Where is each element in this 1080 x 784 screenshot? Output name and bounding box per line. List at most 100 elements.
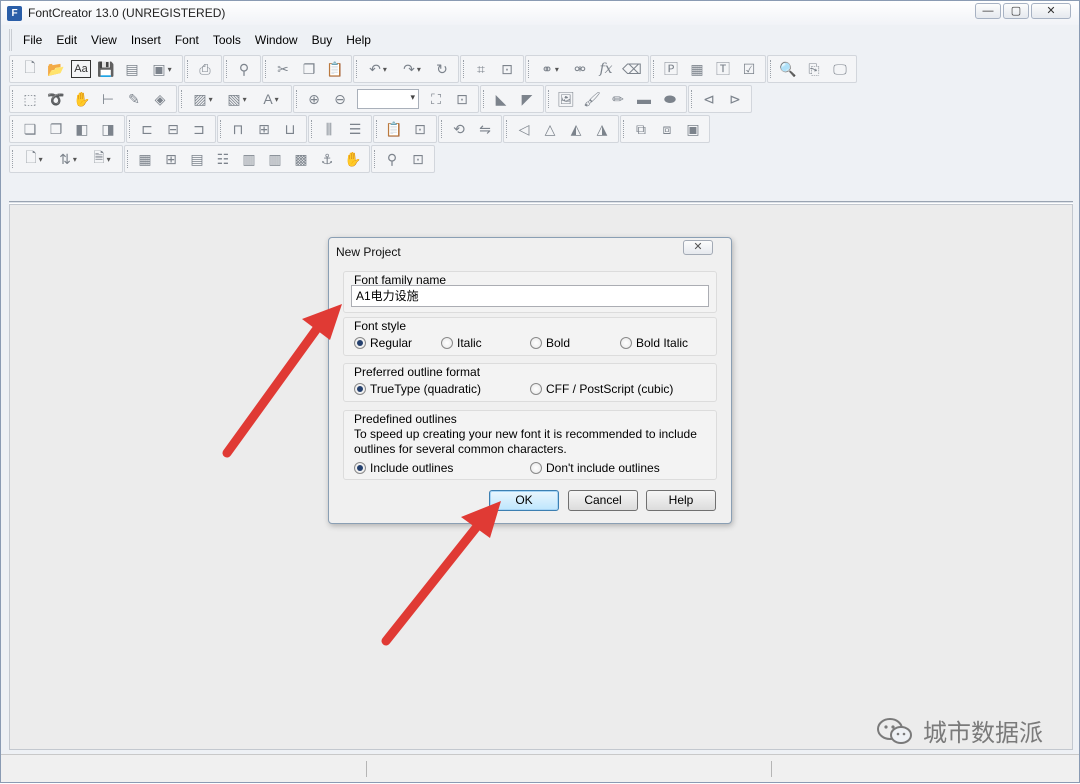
table-edit-icon[interactable]: ▩ [290, 148, 312, 170]
menu-edit[interactable]: Edit [49, 33, 84, 47]
open-icon[interactable]: 📂 [45, 58, 67, 80]
brush-icon[interactable]: 🖌 [581, 88, 603, 110]
ellipse-icon[interactable]: ⬬ [659, 88, 681, 110]
flip-icon[interactable]: ⇋ [474, 118, 496, 140]
columns-icon[interactable]: ▥ [264, 148, 286, 170]
clipboard-icon[interactable]: 📋 [383, 118, 405, 140]
menu-help[interactable]: Help [339, 33, 378, 47]
align-bottom-icon[interactable]: ⊔ [279, 118, 301, 140]
save-all-icon[interactable]: ▤ [121, 58, 143, 80]
menu-file[interactable]: File [16, 33, 49, 47]
glyph-copy-icon[interactable]: ⊡ [409, 118, 431, 140]
back-layer-icon[interactable]: ◨ [97, 118, 119, 140]
menu-font[interactable]: Font [168, 33, 206, 47]
image-icon[interactable]: ▨ [188, 88, 218, 110]
link-icon[interactable]: ⚭ [535, 58, 565, 80]
ungroup-icon[interactable]: ❐ [45, 118, 67, 140]
glyph-map-icon[interactable]: ⊡ [407, 148, 429, 170]
paste-icon[interactable]: 📋 [324, 58, 346, 80]
skew-center-icon[interactable]: △ [539, 118, 561, 140]
redo-icon[interactable]: ↷ [397, 58, 427, 80]
insert-character-icon[interactable]: ⌗ [470, 58, 492, 80]
test-icon[interactable]: ▦ [686, 58, 708, 80]
hand-icon[interactable]: ✋ [71, 88, 93, 110]
ok-button[interactable]: OK [489, 490, 559, 511]
grid-add-icon[interactable]: ⊞ [160, 148, 182, 170]
group-icon[interactable]: ❏ [19, 118, 41, 140]
style-italic-radio[interactable]: Italic [441, 336, 482, 350]
font-preview-icon[interactable]: Aa [71, 60, 91, 78]
truetype-radio[interactable]: TrueType (quadratic) [354, 382, 481, 396]
align-middle-icon[interactable]: ⊞ [253, 118, 275, 140]
refresh-icon[interactable]: ↻ [431, 58, 453, 80]
fill-icon[interactable]: ◈ [149, 88, 171, 110]
search-glyph-icon[interactable]: 🔍 [777, 58, 799, 80]
image-add-icon[interactable]: 🖼 [555, 88, 577, 110]
front-icon[interactable]: ◧ [71, 118, 93, 140]
rotate-icon[interactable]: ⟲ [448, 118, 470, 140]
style-bold-radio[interactable]: Bold [530, 336, 570, 350]
lasso-icon[interactable]: ➰ [45, 88, 67, 110]
cancel-button[interactable]: Cancel [568, 490, 638, 511]
validate-icon[interactable]: ☑ [738, 58, 760, 80]
style-regular-radio[interactable]: Regular [354, 336, 412, 350]
zoom-fit-icon[interactable]: ⛶ [425, 88, 447, 110]
new-font-icon[interactable]: 🗋 [19, 58, 41, 80]
zoom-out-icon[interactable]: ⊖ [329, 88, 351, 110]
grid-remove-icon[interactable]: ▤ [186, 148, 208, 170]
dialog-close-button[interactable]: ✕ [683, 240, 713, 255]
font-properties-icon[interactable]: 🄿 [660, 58, 682, 80]
distribute-v-icon[interactable]: ☰ [344, 118, 366, 140]
skew-left-icon[interactable]: ◁ [513, 118, 535, 140]
back-icon[interactable]: ⊲ [698, 88, 720, 110]
hand-lock-icon[interactable]: ✋ [342, 148, 364, 170]
sort-icon[interactable]: ⇅ [53, 148, 83, 170]
pen-icon[interactable]: ✎ [123, 88, 145, 110]
page-icon[interactable]: 🗋 [19, 148, 49, 170]
grid-icon[interactable]: ▦ [134, 148, 156, 170]
insert-glyph-icon[interactable]: ⊡ [496, 58, 518, 80]
include-outlines-radio[interactable]: Include outlines [354, 461, 453, 475]
node-icon[interactable]: ⚲ [381, 148, 403, 170]
table-icon[interactable]: ▥ [238, 148, 260, 170]
rectangle-icon[interactable]: ▬ [633, 88, 655, 110]
intersect-icon[interactable]: ⧈ [656, 118, 678, 140]
pattern-icon[interactable]: ▧ [222, 88, 252, 110]
save-icon[interactable]: 💾 [95, 58, 117, 80]
menu-insert[interactable]: Insert [124, 33, 168, 47]
dont-include-outlines-radio[interactable]: Don't include outlines [530, 461, 660, 475]
union-icon[interactable]: ⧉ [630, 118, 652, 140]
pencil-icon[interactable]: ✏ [607, 88, 629, 110]
text-icon[interactable]: A [256, 88, 286, 110]
eraser-icon[interactable]: ⌫ [621, 58, 643, 80]
style-bold-italic-radio[interactable]: Bold Italic [620, 336, 688, 350]
font-family-input[interactable]: A1电力设施 [351, 285, 709, 307]
distribute-h-icon[interactable]: ⫼ [318, 118, 340, 140]
find-icon[interactable]: ⚲ [233, 58, 255, 80]
print-icon[interactable]: ⎙ [194, 58, 216, 80]
document-icon[interactable]: 🗎 [87, 148, 117, 170]
minimize-button[interactable]: — [975, 3, 1001, 19]
help-button[interactable]: Help [646, 490, 716, 511]
zoom-level-select[interactable] [357, 89, 419, 109]
align-left-icon[interactable]: ⊏ [136, 118, 158, 140]
transform-icon[interactable]: 🅃 [712, 58, 734, 80]
preview-icon[interactable]: 🖵 [829, 58, 851, 80]
skew-right-icon[interactable]: ◭ [565, 118, 587, 140]
cff-radio[interactable]: CFF / PostScript (cubic) [530, 382, 673, 396]
select-rect-icon[interactable]: ⬚ [19, 88, 41, 110]
point-icon[interactable]: ◣ [490, 88, 512, 110]
skew-all-icon[interactable]: ◮ [591, 118, 613, 140]
align-top-icon[interactable]: ⊓ [227, 118, 249, 140]
maximize-button[interactable]: ▢ [1003, 3, 1029, 19]
search-replace-icon[interactable]: ⎘ [803, 58, 825, 80]
measure-icon[interactable]: ⊢ [97, 88, 119, 110]
align-right-icon[interactable]: ⊐ [188, 118, 210, 140]
zoom-in-icon[interactable]: ⊕ [303, 88, 325, 110]
copy-icon[interactable]: ❐ [298, 58, 320, 80]
menu-view[interactable]: View [84, 33, 124, 47]
anchor-icon[interactable]: ⚓ [316, 148, 338, 170]
undo-icon[interactable]: ↶ [363, 58, 393, 80]
menu-tools[interactable]: Tools [206, 33, 248, 47]
list-icon[interactable]: ☷ [212, 148, 234, 170]
